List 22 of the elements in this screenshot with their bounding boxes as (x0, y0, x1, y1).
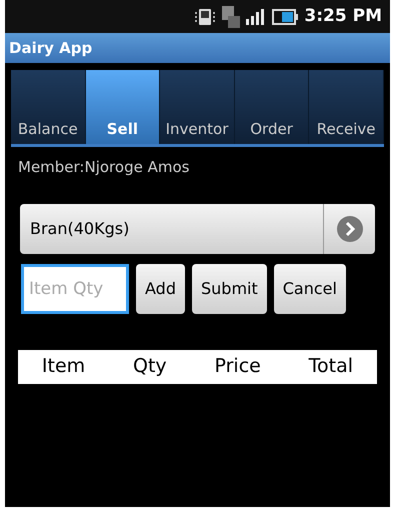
action-button[interactable]: Cancel (274, 264, 346, 314)
tab[interactable]: Inventor (160, 70, 235, 144)
tab[interactable]: Receive (309, 70, 384, 144)
action-button[interactable]: Add (136, 264, 185, 314)
action-button[interactable]: Submit (192, 264, 267, 314)
battery-icon (272, 8, 298, 24)
tab[interactable]: Sell (86, 70, 160, 144)
column-header: Price (214, 354, 261, 380)
tab[interactable]: Order (234, 70, 310, 144)
status-time: 3:25 PM (304, 4, 382, 28)
column-header: Total (308, 354, 354, 380)
signal-icon (246, 8, 266, 24)
chevron-icon (336, 216, 362, 242)
window-title: Dairy App (9, 38, 92, 59)
column-header: Qty (133, 354, 167, 380)
qty-field[interactable]: Item Qty (21, 264, 129, 314)
spinner-value: Bran(40Kgs) (29, 218, 130, 240)
tab[interactable]: Balance (11, 70, 86, 144)
vibrate-icon (194, 8, 216, 26)
column-header: Item (42, 354, 86, 380)
item-spinner[interactable]: Bran(40Kgs) (20, 204, 375, 254)
member-label: Member:Njoroge Amos (18, 157, 190, 178)
